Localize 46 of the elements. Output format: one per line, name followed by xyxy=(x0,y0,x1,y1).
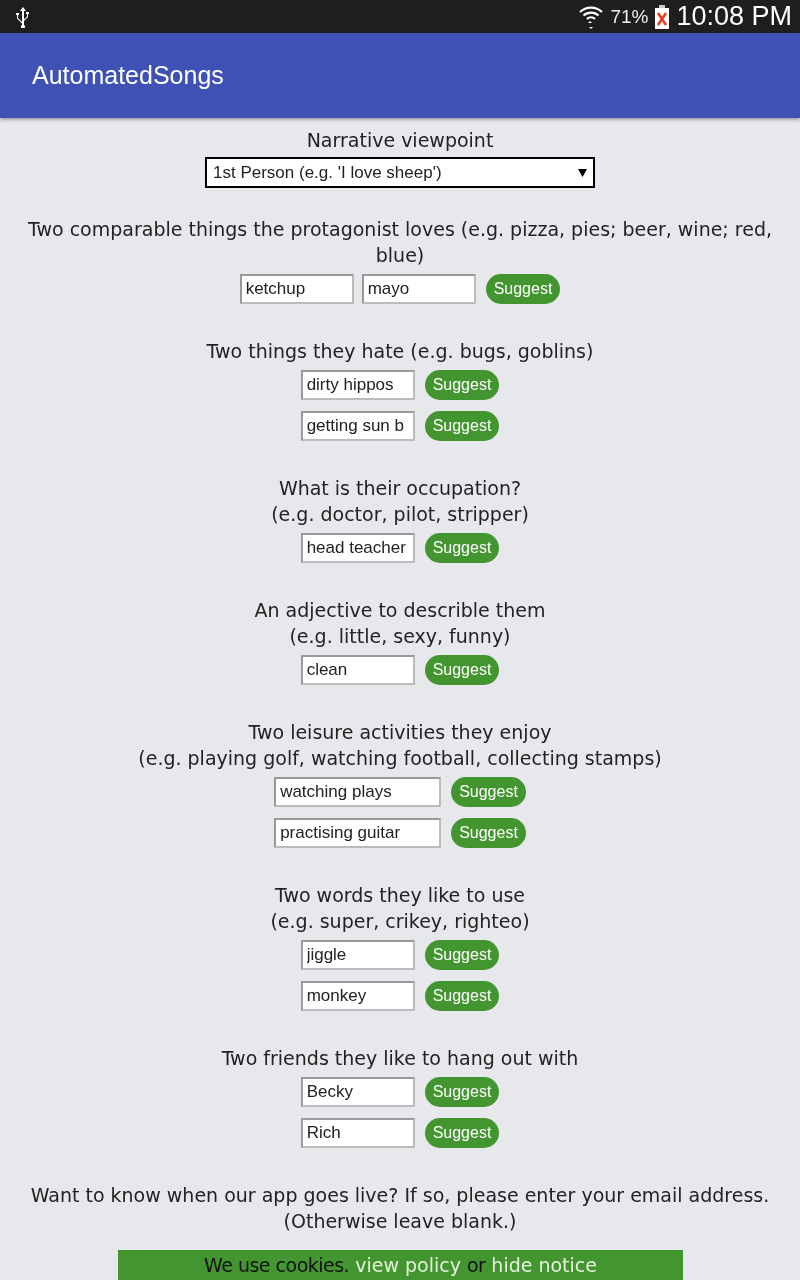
field-label: Two friends they like to hang out with xyxy=(220,1046,580,1071)
email-prompt: Want to know when our app goes live? If so, please enter your email address. xyxy=(29,1183,771,1208)
text-input[interactable]: jiggle xyxy=(300,940,415,970)
field-label: (e.g. playing golf, watching football, collecting stamps) xyxy=(137,746,663,771)
field-label: What is their occupation? xyxy=(277,476,523,501)
usb-icon xyxy=(14,5,32,28)
viewpoint-dropdown[interactable]: 1st Person (e.g. 'I love sheep') xyxy=(205,157,595,188)
text-input[interactable]: ketchup xyxy=(239,274,354,304)
field-label: (e.g. doctor, pilot, stripper) xyxy=(270,502,530,527)
text-input[interactable]: getting sun b xyxy=(300,411,415,441)
app-title: AutomatedSongs xyxy=(32,61,224,90)
suggest-button[interactable]: Suggest xyxy=(451,777,526,807)
text-input[interactable]: head teacher xyxy=(300,533,415,563)
battery-icon xyxy=(654,4,671,29)
text-input[interactable]: clean xyxy=(300,655,415,685)
suggest-button[interactable]: Suggest xyxy=(424,411,500,441)
suggest-button[interactable]: Suggest xyxy=(424,1118,500,1148)
field-label: Two things they hate (e.g. bugs, goblins) xyxy=(205,339,595,364)
text-input[interactable]: Becky xyxy=(300,1077,415,1107)
text-input[interactable]: monkey xyxy=(300,981,415,1011)
clock: 10:08 PM xyxy=(676,1,792,32)
suggest-button[interactable]: Suggest xyxy=(424,981,500,1011)
field-label: Two words they like to use xyxy=(273,883,527,908)
text-input[interactable]: watching plays xyxy=(274,777,442,807)
field-label: (e.g. little, sexy, funny) xyxy=(288,624,512,649)
suggest-button[interactable]: Suggest xyxy=(424,940,500,970)
text-input[interactable]: Rich xyxy=(300,1118,415,1148)
suggest-button[interactable]: Suggest xyxy=(424,533,500,563)
dropdown-caret-icon xyxy=(578,168,587,177)
email-prompt: (Otherwise leave blank.) xyxy=(282,1209,518,1234)
field-label: (e.g. super, crikey, righteo) xyxy=(269,909,531,934)
suggest-button[interactable]: Suggest xyxy=(451,818,526,848)
cookie-text: We use cookies. xyxy=(204,1254,350,1276)
field-label: Two comparable things the protagonist loves (e.g. pizza, pies; beer, wine; red, blue) xyxy=(27,217,773,268)
battery-percentage: 71% xyxy=(610,5,649,28)
separator-text: or xyxy=(466,1254,486,1276)
suggest-button[interactable]: Suggest xyxy=(424,1077,500,1107)
field-label: Two leisure activities they enjoy xyxy=(247,720,553,745)
suggest-button[interactable]: Suggest xyxy=(485,274,561,304)
field-label: An adjective to describle them xyxy=(253,598,547,623)
field-label: Narrative viewpoint xyxy=(305,128,495,153)
text-input[interactable]: practising guitar xyxy=(274,818,442,848)
text-input[interactable]: mayo xyxy=(361,274,476,304)
suggest-button[interactable]: Suggest xyxy=(424,655,500,685)
suggest-button[interactable]: Suggest xyxy=(424,370,500,400)
text-input[interactable]: dirty hippos xyxy=(300,370,415,400)
